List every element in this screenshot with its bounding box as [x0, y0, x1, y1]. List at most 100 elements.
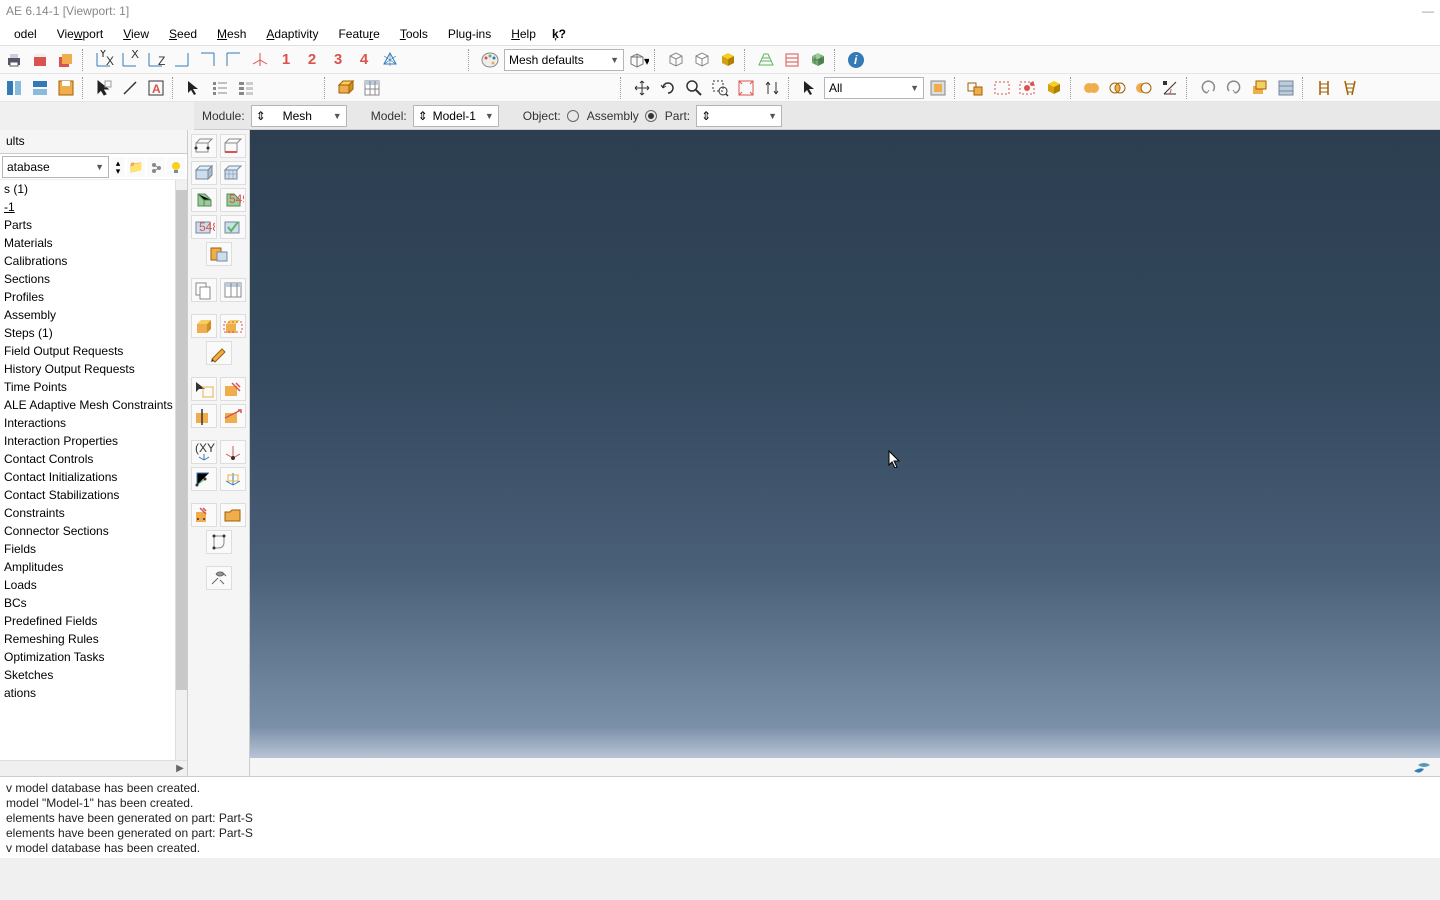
- tree-node[interactable]: Sketches: [0, 666, 175, 684]
- node-cut-icon[interactable]: [220, 377, 246, 401]
- virtual-topology-icon[interactable]: [206, 530, 232, 554]
- create-part-icon[interactable]: [191, 314, 217, 338]
- bool-union-icon[interactable]: [1080, 76, 1104, 100]
- ladder2-icon[interactable]: [1338, 76, 1362, 100]
- perspective-icon[interactable]: [754, 48, 778, 72]
- mesh-part-icon[interactable]: [191, 161, 217, 185]
- seed-part-icon[interactable]: [191, 134, 217, 158]
- angle-tool-icon[interactable]: [1158, 76, 1182, 100]
- menu-help[interactable]: Help: [501, 24, 546, 44]
- tree-hscroll-right[interactable]: ▶: [173, 763, 187, 774]
- menu-viewport[interactable]: Viewport: [47, 24, 114, 44]
- tree-hscroll[interactable]: ▶: [0, 760, 187, 776]
- select-filter-combo[interactable]: All▼: [824, 77, 924, 99]
- axis-neg-yz-icon[interactable]: [222, 48, 246, 72]
- render-part-icon[interactable]: [334, 76, 358, 100]
- cube-dropdown-icon[interactable]: ▾: [626, 48, 650, 72]
- datum-plane-icon[interactable]: [1248, 76, 1272, 100]
- tree-node[interactable]: History Output Requests: [0, 360, 175, 378]
- partition2-icon[interactable]: [220, 404, 246, 428]
- cursor-select-icon[interactable]: [92, 76, 116, 100]
- sel-rect-icon[interactable]: [990, 76, 1014, 100]
- axis-xy-icon[interactable]: YX: [92, 48, 116, 72]
- fit-view-icon[interactable]: [734, 76, 758, 100]
- tree-node[interactable]: Field Output Requests: [0, 342, 175, 360]
- menu-model[interactable]: odel: [4, 24, 47, 44]
- bool-subtract-icon[interactable]: [1132, 76, 1156, 100]
- context-help-icon[interactable]: ķ?: [552, 26, 568, 42]
- datum-table-icon[interactable]: [1274, 76, 1298, 100]
- menu-seed[interactable]: Seed: [159, 24, 207, 44]
- color-scheme-combo[interactable]: Mesh defaults▼: [504, 49, 624, 71]
- tree-node[interactable]: ALE Adaptive Mesh Constraints: [0, 396, 175, 414]
- view-1-button[interactable]: 1: [274, 48, 298, 72]
- menu-plugins[interactable]: Plug-ins: [438, 24, 501, 44]
- tree-source-combo[interactable]: atabase▼: [2, 156, 109, 178]
- tree-node[interactable]: Optimization Tasks: [0, 648, 175, 666]
- zoom-box-icon[interactable]: [708, 76, 732, 100]
- menu-tools[interactable]: Tools: [390, 24, 438, 44]
- palette-icon[interactable]: [478, 48, 502, 72]
- rotate-icon[interactable]: [656, 76, 680, 100]
- zoom-icon[interactable]: [682, 76, 706, 100]
- element-type-icon[interactable]: 549: [220, 188, 246, 212]
- sel-circle-icon[interactable]: [1016, 76, 1040, 100]
- orphan-folder-icon[interactable]: [220, 503, 246, 527]
- tree-node[interactable]: Interactions: [0, 414, 175, 432]
- ladder-icon[interactable]: [1312, 76, 1336, 100]
- model-tree[interactable]: s (1) -1 Parts Materials Calibrations Se…: [0, 180, 187, 760]
- wireframe-icon[interactable]: [664, 48, 688, 72]
- mesh-controls-icon[interactable]: [191, 188, 217, 212]
- swap-view-icon[interactable]: [760, 76, 784, 100]
- axis-yz-icon[interactable]: Z: [144, 48, 168, 72]
- tree-node[interactable]: Contact Controls: [0, 450, 175, 468]
- tree-node[interactable]: Connector Sections: [0, 522, 175, 540]
- seed-edge-icon[interactable]: [220, 134, 246, 158]
- part-combo[interactable]: ⇕▼: [696, 105, 782, 127]
- tree-node[interactable]: Amplitudes: [0, 558, 175, 576]
- axis-neg-xy-icon[interactable]: [170, 48, 194, 72]
- tree-node[interactable]: Steps (1): [0, 324, 175, 342]
- options-grid-icon[interactable]: [234, 76, 258, 100]
- tree-node[interactable]: Time Points: [0, 378, 175, 396]
- copy-mesh-icon[interactable]: [191, 278, 217, 302]
- axis-neg-xz-icon[interactable]: [196, 48, 220, 72]
- tree-bulb-icon[interactable]: [167, 157, 185, 177]
- parallel-icon[interactable]: [780, 48, 804, 72]
- tree-node[interactable]: Calibrations: [0, 252, 175, 270]
- layout-save-icon[interactable]: [54, 76, 78, 100]
- mesh-tools-icon[interactable]: [206, 566, 232, 590]
- tree-updown-icon[interactable]: ▴▾: [111, 157, 125, 177]
- node-select-icon[interactable]: [191, 377, 217, 401]
- pointer-icon[interactable]: [182, 76, 206, 100]
- select-pointer-icon[interactable]: [798, 76, 822, 100]
- pan-icon[interactable]: [630, 76, 654, 100]
- model-combo[interactable]: ⇕Model-1▼: [413, 105, 499, 127]
- menu-mesh[interactable]: Mesh: [207, 24, 256, 44]
- tree-node[interactable]: Assembly: [0, 306, 175, 324]
- mesh-region-icon[interactable]: [220, 161, 246, 185]
- tree-node[interactable]: Predefined Fields: [0, 612, 175, 630]
- orphan-mesh-icon[interactable]: [191, 503, 217, 527]
- view-4-button[interactable]: 4: [352, 48, 376, 72]
- mesh-table-icon[interactable]: [220, 278, 246, 302]
- iso-view-icon[interactable]: [248, 48, 272, 72]
- tree-node[interactable]: ations: [0, 684, 175, 702]
- datum-axis-icon[interactable]: [191, 467, 217, 491]
- verify-mesh-icon[interactable]: 548: [191, 215, 217, 239]
- axis-xz-icon[interactable]: X: [118, 48, 142, 72]
- part-radio[interactable]: [645, 110, 657, 122]
- tree-node[interactable]: Contact Initializations: [0, 468, 175, 486]
- mesh-stats-icon[interactable]: [206, 242, 232, 266]
- print-icon[interactable]: [2, 48, 26, 72]
- tree-node[interactable]: Remeshing Rules: [0, 630, 175, 648]
- part-label[interactable]: Part:: [665, 109, 690, 123]
- tree-node[interactable]: Constraints: [0, 504, 175, 522]
- tree-node[interactable]: s (1): [0, 180, 175, 198]
- tree-node[interactable]: Contact Stabilizations: [0, 486, 175, 504]
- undo-icon[interactable]: [1196, 76, 1220, 100]
- list-options-icon[interactable]: [208, 76, 232, 100]
- book-red-icon[interactable]: [28, 48, 52, 72]
- tree-node[interactable]: Loads: [0, 576, 175, 594]
- tree-node[interactable]: Sections: [0, 270, 175, 288]
